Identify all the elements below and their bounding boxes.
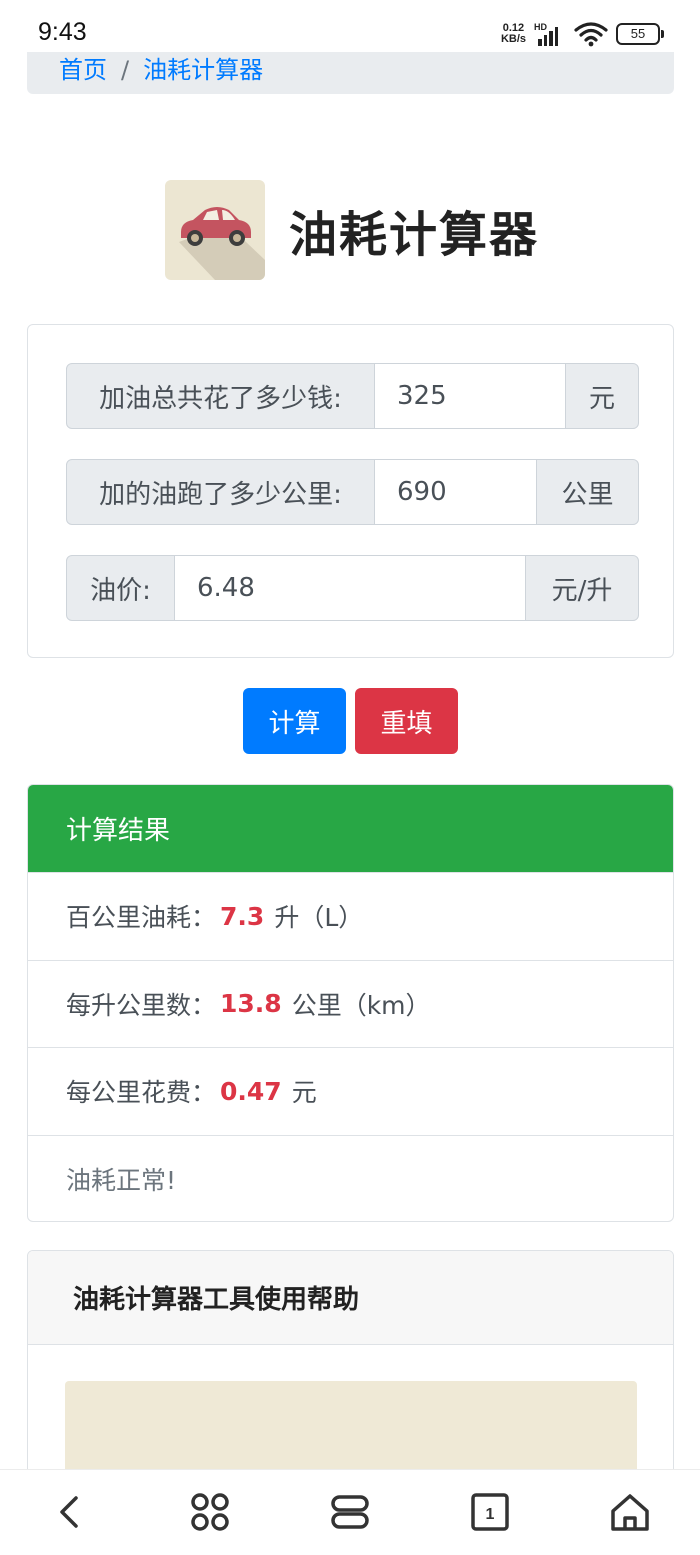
status-indicators: 0.12 KB/s HD 55 — [501, 20, 664, 48]
breadcrumb-current[interactable]: 油耗计算器 — [143, 56, 263, 84]
page-header: 油耗计算器 — [165, 180, 539, 280]
car-icon — [165, 180, 265, 280]
tab-count: 1 — [486, 1506, 495, 1523]
result-unit: 元 — [291, 1078, 317, 1108]
result-unit: 升（L） — [274, 903, 364, 933]
result-verdict: 油耗正常! — [28, 1134, 673, 1222]
result-row-cost-per-km: 每公里花费： 0.47 元 — [28, 1047, 673, 1135]
network-speed: 0.12 KB/s — [501, 23, 526, 45]
result-unit: 公里（km） — [291, 990, 431, 1020]
price-input[interactable]: 6.48 — [175, 555, 525, 621]
back-icon[interactable] — [48, 1490, 92, 1534]
result-row-km-per-liter: 每升公里数： 13.8 公里（km） — [28, 959, 673, 1048]
price-input-group: 油价: 6.48 元/升 — [66, 555, 639, 621]
breadcrumb-separator: / — [121, 56, 130, 84]
money-label: 加油总共花了多少钱: — [66, 363, 375, 429]
result-value: 0.47 — [220, 1076, 282, 1106]
result-label: 百公里油耗： — [66, 903, 217, 933]
breadcrumb-home-link[interactable]: 首页 — [59, 56, 107, 84]
distance-input[interactable]: 690 — [375, 459, 536, 525]
menu-icon[interactable] — [328, 1490, 372, 1534]
result-row-per-100km: 百公里油耗： 7.3 升（L） — [28, 872, 673, 960]
signal-icon: HD — [534, 22, 566, 46]
tabs-icon[interactable]: 1 — [468, 1490, 512, 1534]
result-card: 计算结果 百公里油耗： 7.3 升（L） 每升公里数： 13.8 公里（km） 每公里花… — [27, 784, 674, 1222]
price-label: 油价: — [66, 555, 175, 621]
apps-icon[interactable] — [188, 1490, 232, 1534]
page-title: 油耗计算器 — [289, 207, 540, 263]
input-form: 加油总共花了多少钱: 325 元 加的油跑了多少公里: 690 公里 油价: 6… — [27, 324, 674, 658]
money-input-group: 加油总共花了多少钱: 325 元 — [66, 363, 639, 429]
status-time: 9:43 — [38, 18, 87, 46]
wifi-icon — [574, 22, 608, 47]
result-label: 每公里花费： — [66, 1078, 217, 1108]
result-value: 7.3 — [220, 901, 265, 931]
distance-unit: 公里 — [536, 459, 639, 525]
bottom-navigation: 1 — [0, 1469, 700, 1555]
money-unit: 元 — [565, 363, 639, 429]
help-title: 油耗计算器工具使用帮助 — [28, 1251, 673, 1345]
battery-icon: 55 — [616, 23, 664, 45]
network-speed-unit: KB/s — [500, 33, 526, 45]
battery-level: 55 — [630, 26, 646, 41]
result-header: 计算结果 — [28, 785, 673, 872]
status-bar: 9:43 0.12 KB/s HD 55 — [0, 0, 700, 52]
home-icon[interactable] — [608, 1490, 652, 1534]
calculate-button[interactable]: 计算 — [243, 688, 346, 754]
reset-button[interactable]: 重填 — [355, 688, 458, 754]
result-value: 13.8 — [220, 989, 282, 1019]
price-unit: 元/升 — [525, 555, 639, 621]
distance-label: 加的油跑了多少公里: — [66, 459, 375, 525]
distance-input-group: 加的油跑了多少公里: 690 公里 — [66, 459, 639, 525]
money-input[interactable]: 325 — [375, 363, 565, 429]
result-label: 每升公里数： — [66, 990, 217, 1020]
